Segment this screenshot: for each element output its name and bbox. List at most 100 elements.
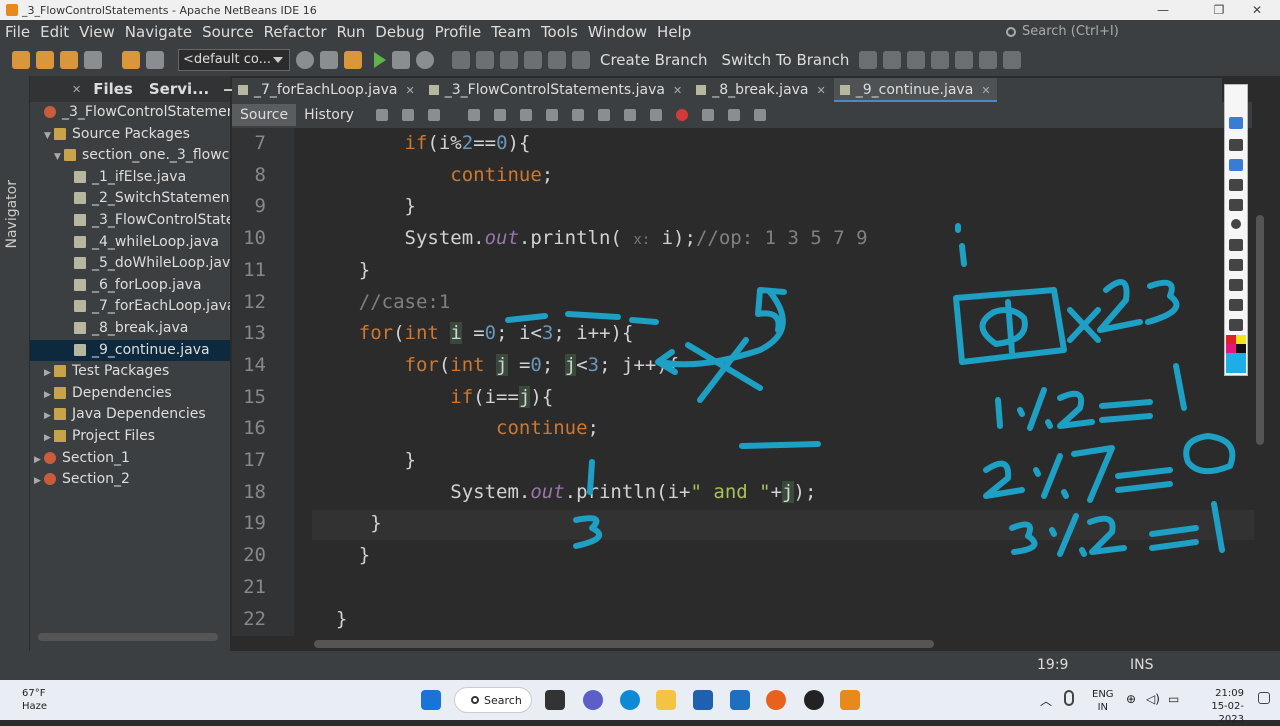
- tree-item[interactable]: _5_doWhileLoop.java: [30, 253, 230, 275]
- undo-icon[interactable]: [122, 51, 140, 69]
- tree-item[interactable]: _2_SwitchStatement.ja: [30, 188, 230, 210]
- edge-icon[interactable]: [620, 690, 640, 710]
- tree-item[interactable]: _3_FlowControlStatem: [30, 210, 230, 232]
- windows-start-icon[interactable]: [421, 690, 441, 710]
- find-icon[interactable]: [467, 109, 480, 121]
- collapsed-icon[interactable]: ▶: [34, 471, 44, 491]
- tree-item[interactable]: _4_whileLoop.java: [30, 232, 230, 254]
- clean-build-icon[interactable]: [344, 51, 362, 69]
- tree-item[interactable]: ▶ Section_1: [30, 448, 230, 470]
- tree-item[interactable]: ▶ Java Dependencies: [30, 404, 230, 426]
- tree-item[interactable]: _1_ifElse.java: [30, 167, 230, 189]
- redo-icon[interactable]: [146, 51, 164, 69]
- collapsed-icon[interactable]: ▶: [44, 385, 54, 405]
- menu-debug[interactable]: Debug: [370, 23, 429, 41]
- tree-item[interactable]: ▼ Source Packages: [30, 124, 230, 146]
- menu-file[interactable]: File: [0, 23, 35, 41]
- volume-icon[interactable]: ◁): [1146, 692, 1160, 706]
- git-icon-10[interactable]: [955, 51, 974, 69]
- close-tab-icon[interactable]: ✕: [817, 84, 826, 97]
- prev-bookmark-icon[interactable]: [571, 109, 584, 121]
- clock[interactable]: 21:09 15-02-2023: [1186, 687, 1244, 726]
- editor-tab[interactable]: _7_forEachLoop.java ✕: [232, 78, 421, 102]
- tree-item[interactable]: _6_forLoop.java: [30, 275, 230, 297]
- obs-icon[interactable]: [804, 690, 824, 710]
- tree-item[interactable]: ▶ Dependencies: [30, 383, 230, 405]
- menu-tools[interactable]: Tools: [536, 23, 583, 41]
- expanded-icon[interactable]: ▼: [54, 147, 64, 167]
- file-explorer-icon[interactable]: [656, 690, 676, 710]
- profile-icon[interactable]: [416, 51, 434, 69]
- git-icon-7[interactable]: [883, 51, 902, 69]
- tree-item[interactable]: ▶ Section_2: [30, 469, 230, 491]
- minimize-button[interactable]: —: [1140, 0, 1186, 20]
- project-panel-scrollbar[interactable]: [38, 633, 218, 641]
- chevron-up-icon[interactable]: ︿: [1040, 692, 1052, 709]
- close-tab-icon[interactable]: ✕: [406, 84, 415, 97]
- tree-item[interactable]: _8_break.java: [30, 318, 230, 340]
- toggle-highlight-icon[interactable]: [545, 109, 558, 121]
- find-next-icon[interactable]: [519, 109, 532, 121]
- shift-left-icon[interactable]: [623, 109, 636, 121]
- git-branch-icon[interactable]: [572, 51, 590, 69]
- editor-tab[interactable]: _3_FlowControlStatements.java ✕: [423, 78, 688, 102]
- teams-icon[interactable]: [583, 690, 603, 710]
- close-button[interactable]: ✕: [1234, 0, 1280, 20]
- line-icon[interactable]: [1229, 179, 1243, 191]
- save-all-icon[interactable]: [84, 51, 102, 69]
- git-icon-8[interactable]: [907, 51, 926, 69]
- next-bookmark-icon[interactable]: [597, 109, 610, 121]
- taskbar-search-button[interactable]: Search: [454, 687, 532, 713]
- weather-widget[interactable]: 67°F Haze: [22, 687, 47, 713]
- git-icon-5[interactable]: [548, 51, 566, 69]
- code-editor[interactable]: if(i%2==0){ continue; } System.out.print…: [294, 128, 1254, 636]
- open-project-icon[interactable]: [60, 51, 78, 69]
- collapsed-icon[interactable]: ▶: [34, 450, 44, 470]
- back-icon[interactable]: [401, 109, 414, 121]
- tree-item[interactable]: ▼ section_one._3_flowcon: [30, 145, 230, 167]
- editor-vertical-scrollbar[interactable]: [1256, 215, 1264, 445]
- new-file-icon[interactable]: [12, 51, 30, 69]
- git-icon-12[interactable]: [1003, 51, 1022, 69]
- source-mode-button[interactable]: Source: [232, 104, 297, 126]
- tab-files[interactable]: Files: [85, 80, 141, 98]
- editor-tab[interactable]: _8_break.java ✕: [690, 78, 832, 102]
- history-mode-button[interactable]: History: [296, 104, 362, 126]
- tree-item[interactable]: _9_continue.java: [30, 339, 230, 362]
- forward-icon[interactable]: [427, 109, 440, 121]
- shift-right-icon[interactable]: [649, 109, 662, 121]
- battery-icon[interactable]: ▭: [1168, 692, 1179, 706]
- menu-refactor[interactable]: Refactor: [259, 23, 332, 41]
- git-icon-9[interactable]: [931, 51, 950, 69]
- uncomment-icon[interactable]: [753, 109, 766, 121]
- network-icon[interactable]: ⊕: [1126, 692, 1136, 706]
- create-branch-button[interactable]: Create Branch: [596, 51, 712, 69]
- notifications-icon[interactable]: [1258, 692, 1270, 704]
- firefox-icon[interactable]: [766, 690, 786, 710]
- build-icon[interactable]: [320, 51, 338, 69]
- editor-tab[interactable]: _9_continue.java ✕: [833, 78, 997, 102]
- menu-view[interactable]: View: [74, 23, 120, 41]
- close-tab-icon[interactable]: ✕: [673, 84, 682, 97]
- trash-icon[interactable]: [1229, 259, 1243, 271]
- navigator-tab[interactable]: Navigator: [4, 180, 20, 249]
- whiteboard-icon[interactable]: [1229, 279, 1243, 291]
- run-icon[interactable]: [374, 52, 386, 68]
- tree-item[interactable]: _7_forEachLoop.java: [30, 296, 230, 318]
- collapsed-icon[interactable]: ▶: [44, 428, 54, 448]
- clipboard-icon[interactable]: [1229, 319, 1243, 331]
- editor-horizontal-scrollbar[interactable]: [314, 640, 934, 648]
- dot-icon[interactable]: [1231, 219, 1241, 229]
- undo-icon[interactable]: [1229, 239, 1243, 251]
- comment-icon[interactable]: [727, 109, 740, 121]
- git-icon-2[interactable]: [476, 51, 494, 69]
- pen-icon[interactable]: [1229, 159, 1243, 171]
- debug-icon[interactable]: [392, 51, 410, 69]
- camera-icon[interactable]: [1229, 299, 1243, 311]
- globe-icon[interactable]: [296, 51, 314, 69]
- mail-icon[interactable]: [730, 690, 750, 710]
- last-edit-icon[interactable]: [375, 109, 388, 121]
- menu-run[interactable]: Run: [332, 23, 371, 41]
- tab-services[interactable]: Servi...: [141, 80, 217, 98]
- git-icon-1[interactable]: [452, 51, 470, 69]
